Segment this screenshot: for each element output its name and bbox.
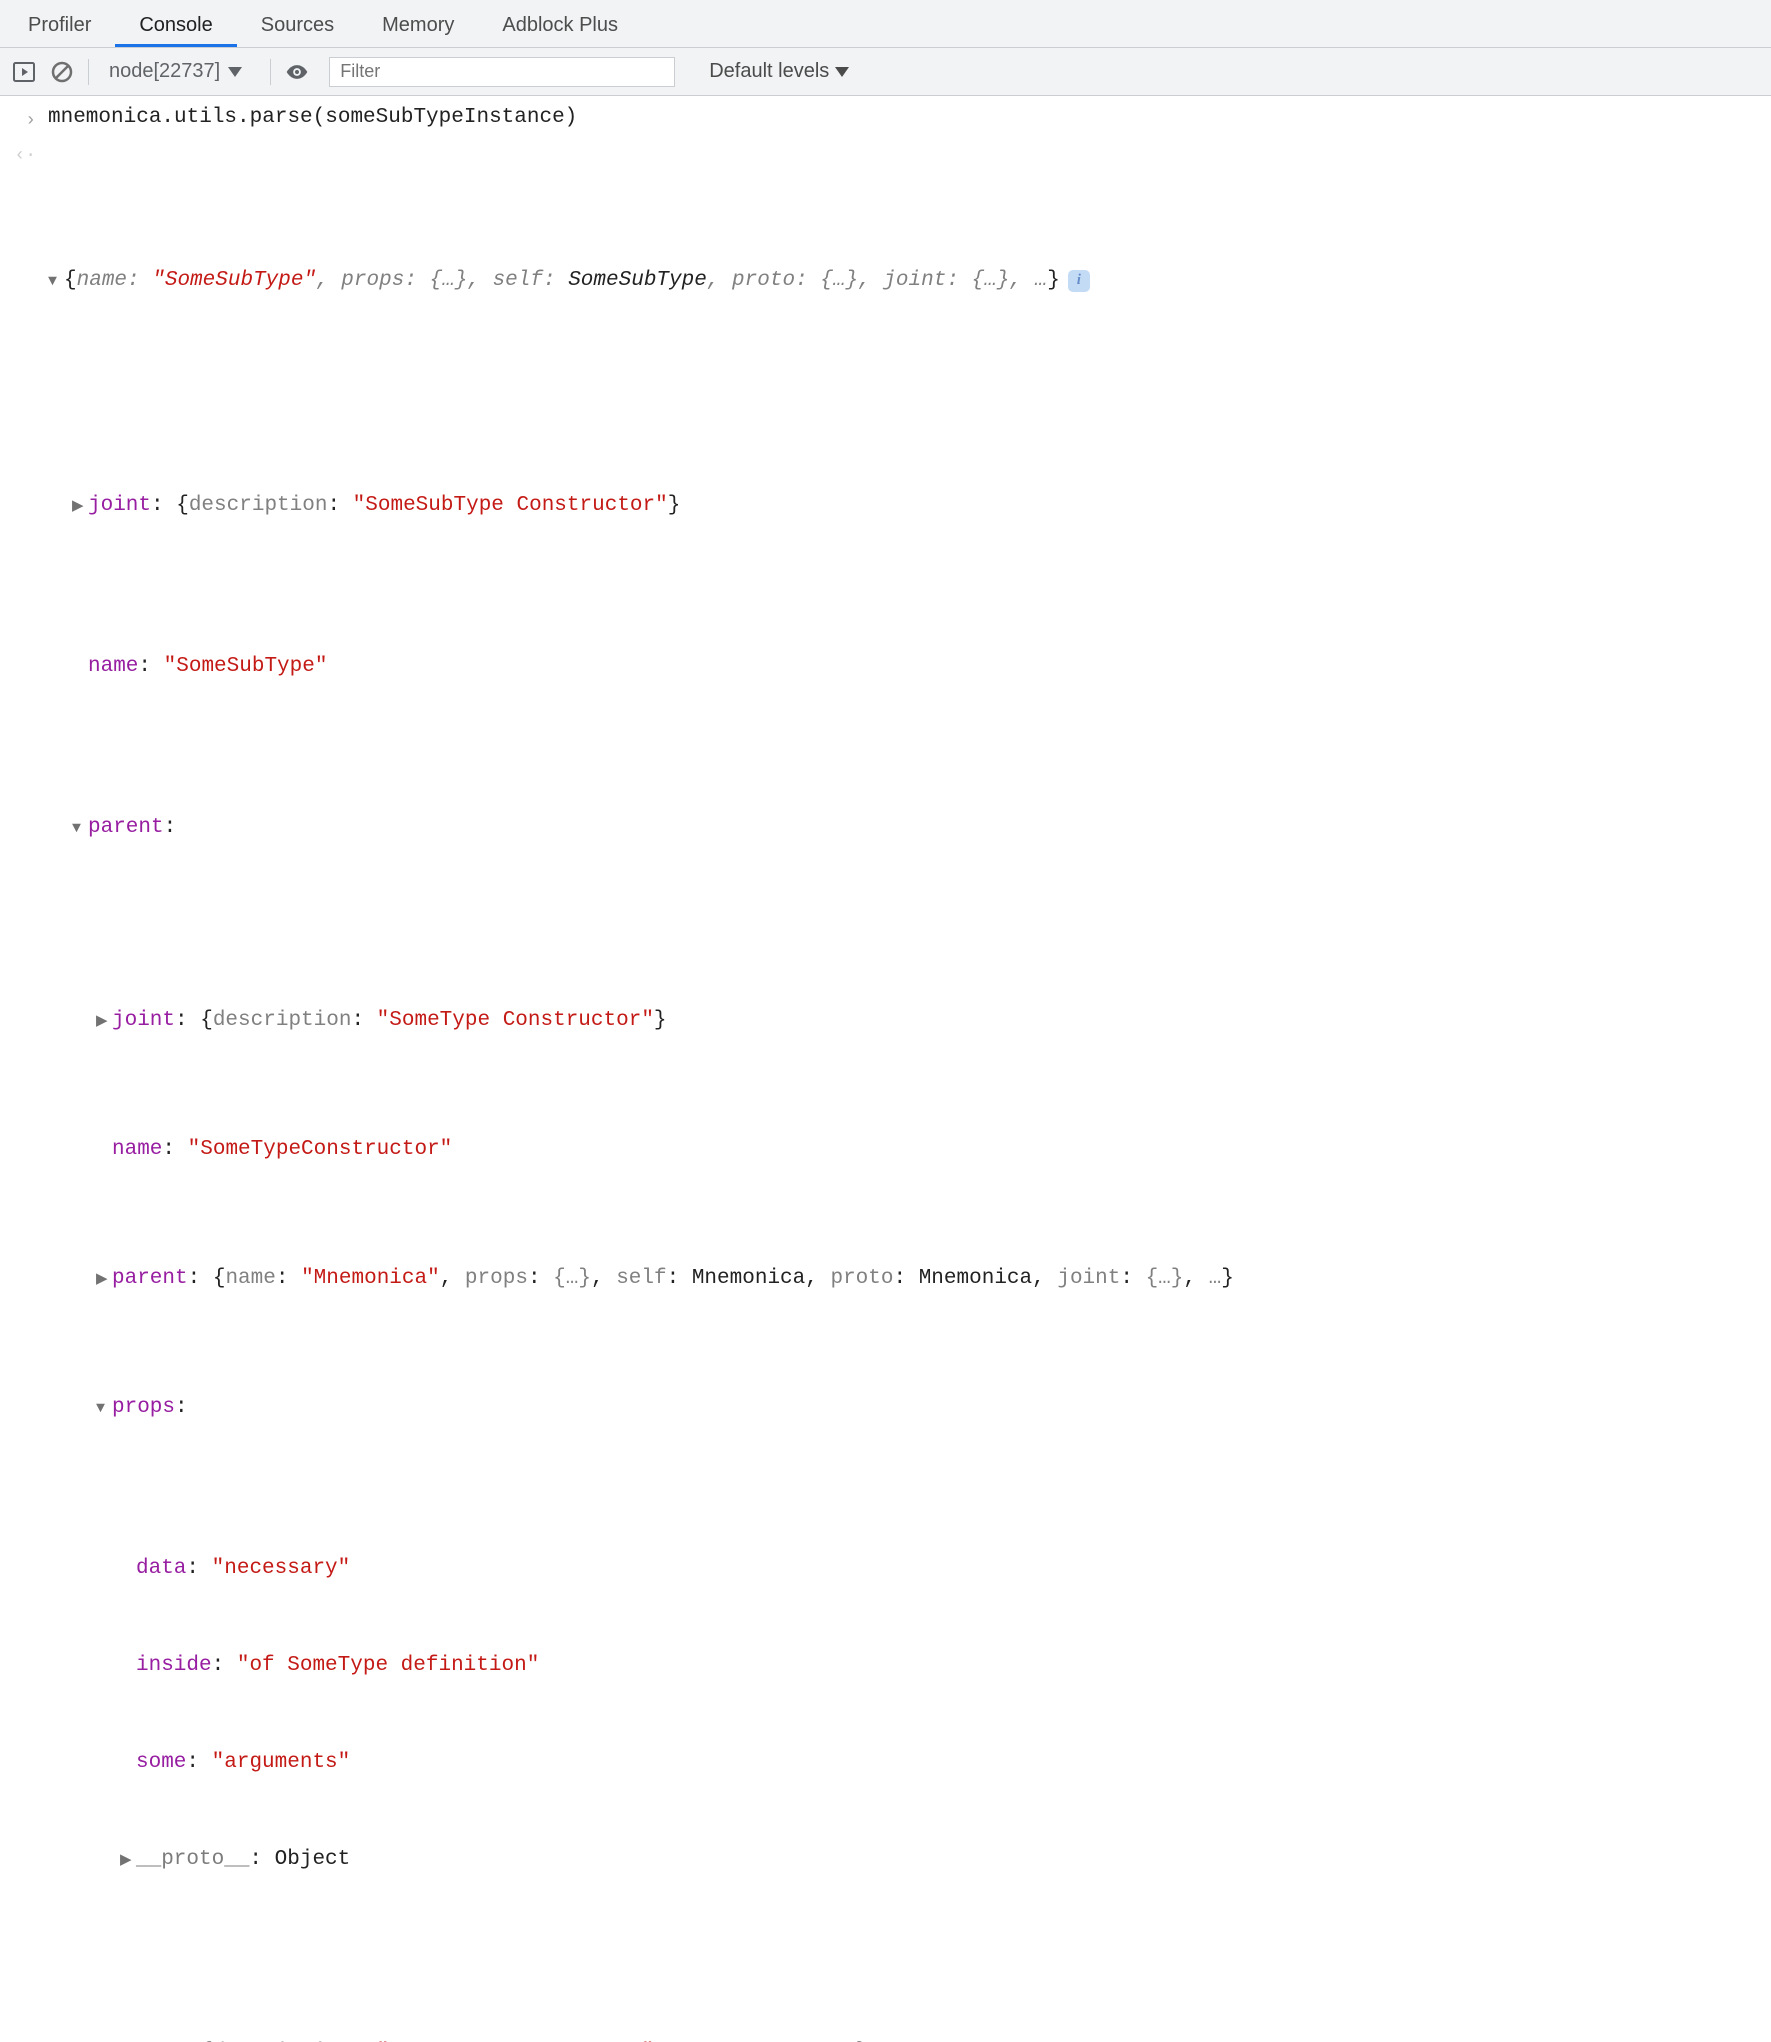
console-input-row[interactable]: › mnemonica.utils.parse(someSubTypeInsta… [0,102,1771,137]
tree-item-inside[interactable]: inside: "of SomeType definition" [120,1650,1761,1683]
tree-item-parent-parent[interactable]: parent: {name: "Mnemonica", props: {…}, … [96,1263,1761,1296]
context-selector[interactable]: node[22737] [103,48,256,95]
tree-item-proto-dunder[interactable]: __proto__: Object [120,1844,1761,1877]
toolbar-separator [88,59,89,85]
tree-item-parent-proto[interactable]: proto: {description: "SomeType Construct… [96,2037,1761,2042]
context-label: node[22737] [109,60,220,83]
console-output: › mnemonica.utils.parse(someSubTypeInsta… [0,96,1771,2042]
log-level-label: Default levels [709,60,829,83]
console-toolbar: node[22737] Default levels [0,48,1771,96]
disclosure-triangle-icon[interactable] [96,1393,112,1425]
toolbar-separator [270,59,271,85]
disclosure-triangle-icon[interactable] [120,1845,136,1877]
console-output-row: ‹· {name: "SomeSubType", props: {…}, sel… [0,137,1771,2042]
tree-item-parent[interactable]: parent: [72,812,1761,845]
prompt-chevron-icon: › [0,102,48,137]
eye-icon[interactable] [285,60,309,84]
console-input-text: mnemonica.utils.parse(someSubTypeInstanc… [48,102,1761,134]
clear-console-icon[interactable] [50,60,74,84]
chevron-down-icon [228,67,242,77]
chevron-down-icon [835,67,849,77]
output-tree: {name: "SomeSubType", props: {…}, self: … [48,137,1761,2042]
tab-profiler[interactable]: Profiler [4,2,115,47]
tree-item-name[interactable]: name: "SomeSubType" [72,651,1761,684]
tab-adblock-plus[interactable]: Adblock Plus [478,2,642,47]
tab-console[interactable]: Console [115,2,236,47]
tab-strip: Profiler Console Sources Memory Adblock … [0,0,1771,48]
tree-root[interactable]: {name: "SomeSubType", props: {…}, self: … [48,265,1761,298]
disclosure-triangle-icon[interactable] [96,2038,112,2042]
info-icon[interactable]: i [1068,270,1090,292]
tree-item-some[interactable]: some: "arguments" [120,1747,1761,1780]
filter-input[interactable] [329,57,675,87]
disclosure-triangle-icon[interactable] [72,491,88,523]
log-level-selector[interactable]: Default levels [709,60,849,83]
tab-memory[interactable]: Memory [358,2,478,47]
tree-item-data[interactable]: data: "necessary" [120,1553,1761,1586]
tree-item-parent-name[interactable]: name: "SomeTypeConstructor" [96,1134,1761,1167]
disclosure-triangle-icon[interactable] [48,266,64,298]
tree-item-joint[interactable]: joint: {description: "SomeSubType Constr… [72,490,1761,523]
tree-item-parent-joint[interactable]: joint: {description: "SomeType Construct… [96,1005,1761,1038]
tab-sources[interactable]: Sources [237,2,358,47]
disclosure-triangle-icon[interactable] [96,1006,112,1038]
output-chevron-icon: ‹· [0,137,48,172]
disclosure-triangle-icon[interactable] [72,813,88,845]
disclosure-triangle-icon[interactable] [96,1264,112,1296]
tree-item-parent-props[interactable]: props: [96,1392,1761,1425]
toggle-sidebar-icon[interactable] [12,60,36,84]
